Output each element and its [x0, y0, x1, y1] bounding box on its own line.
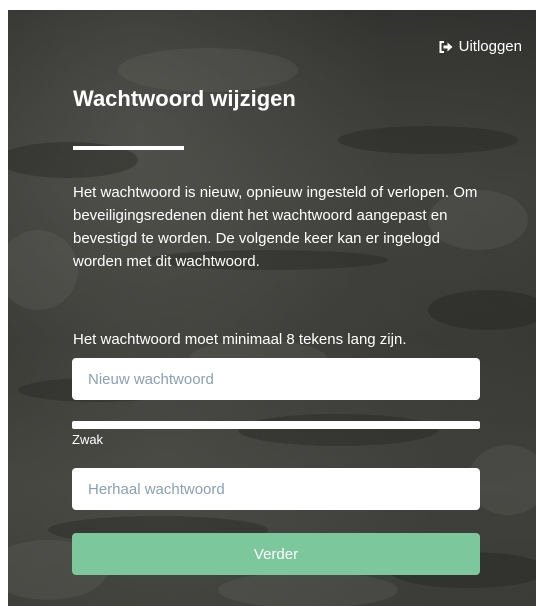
repeat-password-input[interactable] — [72, 468, 480, 510]
logout-label: Uitloggen — [458, 38, 522, 55]
password-strength-bar — [72, 421, 480, 429]
password-strength-label: Zwak — [72, 432, 104, 447]
intro-text: Het wachtwoord is nieuw, opnieuw ingeste… — [73, 184, 478, 270]
logout-button[interactable]: Uitloggen — [439, 38, 522, 55]
continue-button[interactable]: Verder — [72, 533, 480, 575]
min-length-notice: Het wachtwoord moet minimaal 8 tekens la… — [73, 331, 407, 348]
page-title: Wachtwoord wijzigen — [73, 86, 296, 111]
password-change-panel: Uitloggen Wachtwoord wijzigen Het wachtw… — [8, 10, 536, 606]
new-password-input[interactable] — [72, 358, 480, 400]
title-underline — [73, 146, 184, 150]
sign-out-icon — [439, 40, 453, 53]
